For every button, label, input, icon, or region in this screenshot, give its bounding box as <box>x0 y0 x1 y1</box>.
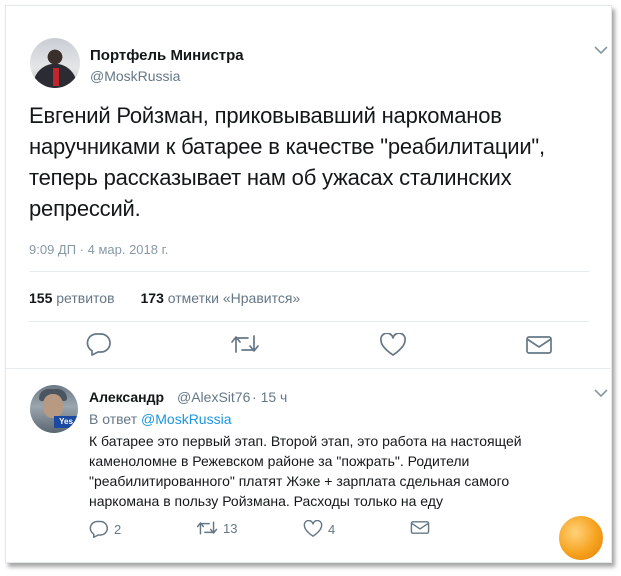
reply-like-button[interactable]: 4 <box>303 520 335 538</box>
reply-icon[interactable] <box>86 332 112 356</box>
chevron-down-icon[interactable] <box>593 44 609 56</box>
tweet-timestamp[interactable]: 9:09 ДП · 4 мар. 2018 г. <box>29 242 168 257</box>
reply-author-handle[interactable]: @AlexSit76 <box>177 389 250 405</box>
reply-author-name[interactable]: Александр <box>89 389 164 405</box>
reply-icon <box>89 520 108 538</box>
likes-stat[interactable]: 173 отметки «Нравится» <box>141 290 301 306</box>
message-icon[interactable] <box>525 335 553 355</box>
author-name[interactable]: Портфель Министра <box>90 47 244 64</box>
retweet-icon[interactable] <box>230 333 260 355</box>
like-icon <box>303 520 323 537</box>
chevron-down-icon[interactable] <box>593 387 609 399</box>
divider <box>6 368 611 369</box>
like-icon[interactable] <box>379 333 407 357</box>
author-handle[interactable]: @MoskRussia <box>90 68 180 84</box>
reply-reply-button[interactable]: 2 <box>89 520 121 538</box>
reply-message-button[interactable] <box>410 520 430 535</box>
divider <box>29 321 589 322</box>
reply-text: К батарее это первый этап. Второй этап, … <box>89 433 522 509</box>
tweet-text: Евгений Ройзман, приковывавший наркомано… <box>29 103 545 221</box>
reply-count: 2 <box>114 521 122 537</box>
retweets-stat[interactable]: 155 ретвитов <box>29 290 115 306</box>
reply-retweet-button[interactable]: 13 <box>196 520 237 536</box>
reply-author-avatar[interactable]: Yes <box>30 385 78 433</box>
tweet-stats: 155 ретвитов 173 отметки «Нравится» <box>29 290 300 306</box>
divider <box>29 271 589 272</box>
author-avatar[interactable] <box>30 38 80 88</box>
in-reply-to: В ответ @MoskRussia <box>89 411 232 427</box>
retweet-icon <box>196 521 218 535</box>
in-reply-link[interactable]: @MoskRussia <box>141 411 231 427</box>
reply-time[interactable]: · 15 ч <box>252 389 287 405</box>
message-icon <box>410 521 430 534</box>
retweet-count: 13 <box>223 520 238 536</box>
like-count: 4 <box>328 521 336 537</box>
tweet-card: Портфель Министра @MoskRussia Евгений Ро… <box>5 5 612 563</box>
